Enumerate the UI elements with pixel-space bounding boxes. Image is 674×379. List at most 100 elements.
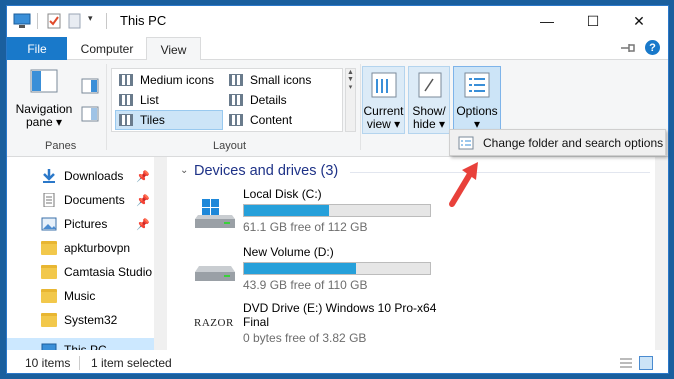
- drive-usage-bar: [243, 262, 431, 275]
- nav-item-apkturbovpn[interactable]: apkturbovpn: [7, 236, 155, 260]
- nav-scrollbar[interactable]: [154, 157, 167, 350]
- minimize-button[interactable]: —: [524, 6, 570, 36]
- layout-label: Small icons: [250, 73, 312, 87]
- navigation-pane-button[interactable]: Navigation pane ▾: [15, 68, 73, 129]
- layout-tiles[interactable]: Tiles: [115, 110, 223, 130]
- small-icons-icon: [229, 74, 243, 86]
- options-label: Options ▾: [456, 104, 498, 131]
- item-count: 10 items: [25, 355, 71, 370]
- title-separator: [37, 13, 38, 29]
- tab-computer[interactable]: Computer: [73, 37, 141, 60]
- options-button[interactable]: Options ▾: [453, 66, 501, 134]
- pin-icon[interactable]: 📌: [136, 218, 150, 231]
- details-icon: [229, 94, 243, 106]
- section-title[interactable]: Devices and drives (3): [194, 163, 338, 179]
- nav-item-label: Documents: [64, 193, 125, 207]
- show-hide-icon: [418, 72, 442, 98]
- status-separator: [79, 355, 80, 370]
- downloads-icon: [43, 169, 55, 183]
- details-view-icon[interactable]: [619, 357, 633, 369]
- explorer-window: ▾ This PC — ☐ ✕ File Computer View ? Nav…: [6, 5, 669, 374]
- tab-file[interactable]: File: [7, 37, 67, 60]
- nav-item-label: Music: [64, 289, 96, 303]
- folder-icon: [41, 265, 57, 279]
- details-pane-icon[interactable]: [81, 106, 99, 122]
- new-folder-icon[interactable]: [68, 13, 82, 29]
- tiles-icon: [119, 114, 133, 126]
- layout-group-label: Layout: [213, 140, 247, 152]
- title-separator-2: [106, 13, 107, 29]
- properties-icon[interactable]: [46, 13, 62, 29]
- options-icon: [464, 72, 490, 98]
- drive-usage-fill: [244, 263, 356, 274]
- chevron-down-icon[interactable]: ⌄: [180, 165, 188, 176]
- nav-item-system32[interactable]: System32: [7, 308, 155, 332]
- ribbon-separator: [106, 64, 107, 150]
- content-pane: ⌄ Devices and drives (3) Local Disk (C:)…: [167, 157, 668, 350]
- current-view-button[interactable]: Current view ▾: [362, 66, 405, 134]
- panes-group-label: Panes: [45, 140, 77, 152]
- computer-icon[interactable]: [13, 13, 31, 29]
- options-dropdown-menu: Change folder and search options: [449, 129, 666, 156]
- drive-free-space: 43.9 GB free of 110 GB: [243, 278, 368, 292]
- quick-access-dropdown-icon[interactable]: ▾: [88, 13, 93, 24]
- nav-item-label: System32: [64, 313, 118, 327]
- layout-details[interactable]: Details: [226, 90, 336, 110]
- tab-view[interactable]: View: [146, 37, 201, 61]
- selection-count: 1 item selected: [91, 355, 172, 370]
- drive-name: DVD Drive (E:) Windows 10 Pro-x64: [243, 301, 437, 315]
- folder-options-icon: [458, 136, 474, 150]
- layout-label: Details: [250, 93, 287, 107]
- pin-icon[interactable]: 📌: [136, 170, 150, 183]
- layout-label: Content: [250, 113, 293, 127]
- layout-label: Tiles: [140, 113, 165, 127]
- status-bar: 10 items 1 item selected: [7, 350, 668, 373]
- large-icons-view-icon[interactable]: [639, 356, 653, 370]
- nav-item-downloads[interactable]: Downloads 📌: [7, 164, 155, 188]
- layout-scroll[interactable]: ▲ ▼ ▾: [345, 68, 356, 132]
- navigation-pane: Downloads 📌 Documents 📌 Pictures 📌 apktu…: [7, 157, 167, 362]
- layout-small-icons[interactable]: Small icons: [226, 70, 336, 90]
- list-icon: [119, 94, 133, 106]
- content-scrollbar[interactable]: [655, 157, 668, 350]
- navigation-pane-icon: [30, 69, 58, 93]
- layout-label: Medium icons: [140, 73, 215, 87]
- content-icon: [229, 114, 243, 126]
- annotation-arrow-icon: [449, 162, 478, 207]
- folder-icon: [41, 241, 57, 255]
- layout-label: List: [140, 93, 159, 107]
- hard-drive-icon: [195, 266, 235, 281]
- layout-list[interactable]: List: [116, 90, 224, 110]
- documents-icon: [43, 193, 55, 207]
- current-view-icon: [371, 72, 397, 98]
- nav-item-music[interactable]: Music: [7, 284, 155, 308]
- nav-item-camtasia-studio[interactable]: Camtasia Studio: [7, 260, 155, 284]
- nav-item-label: apkturbovpn: [64, 241, 131, 255]
- drive-name: Local Disk (C:): [243, 187, 322, 201]
- show-hide-button[interactable]: Show/hide ▾: [408, 66, 450, 134]
- close-button[interactable]: ✕: [616, 6, 662, 36]
- pin-icon[interactable]: [620, 42, 636, 54]
- nav-item-pictures[interactable]: Pictures 📌: [7, 212, 155, 236]
- nav-item-label: Camtasia Studio: [64, 265, 153, 279]
- folder-icon: [41, 289, 57, 303]
- change-folder-options-item[interactable]: Change folder and search options: [483, 136, 663, 150]
- show-hide-label: Show/hide ▾: [412, 104, 446, 131]
- layout-medium-icons[interactable]: Medium icons: [116, 70, 224, 90]
- preview-pane-icon[interactable]: [81, 78, 99, 94]
- dvd-logo: RAZOR: [194, 317, 234, 329]
- drive-free-space: 0 bytes free of 3.82 GB: [243, 331, 367, 345]
- drive-usage-fill: [244, 205, 329, 216]
- drive-free-space: 61.1 GB free of 112 GB: [243, 220, 368, 234]
- nav-item-documents[interactable]: Documents 📌: [7, 188, 155, 212]
- maximize-button[interactable]: ☐: [570, 6, 616, 36]
- help-button[interactable]: ?: [645, 40, 660, 55]
- window-title: This PC: [120, 13, 167, 28]
- title-bar: ▾ This PC — ☐ ✕: [7, 6, 668, 36]
- layout-content[interactable]: Content: [226, 110, 336, 130]
- current-view-label: Current view ▾: [363, 104, 404, 131]
- ribbon-separator-2: [360, 64, 361, 150]
- pin-icon[interactable]: 📌: [136, 194, 150, 207]
- drive-usage-bar: [243, 204, 431, 217]
- nav-item-label: Pictures: [64, 217, 108, 231]
